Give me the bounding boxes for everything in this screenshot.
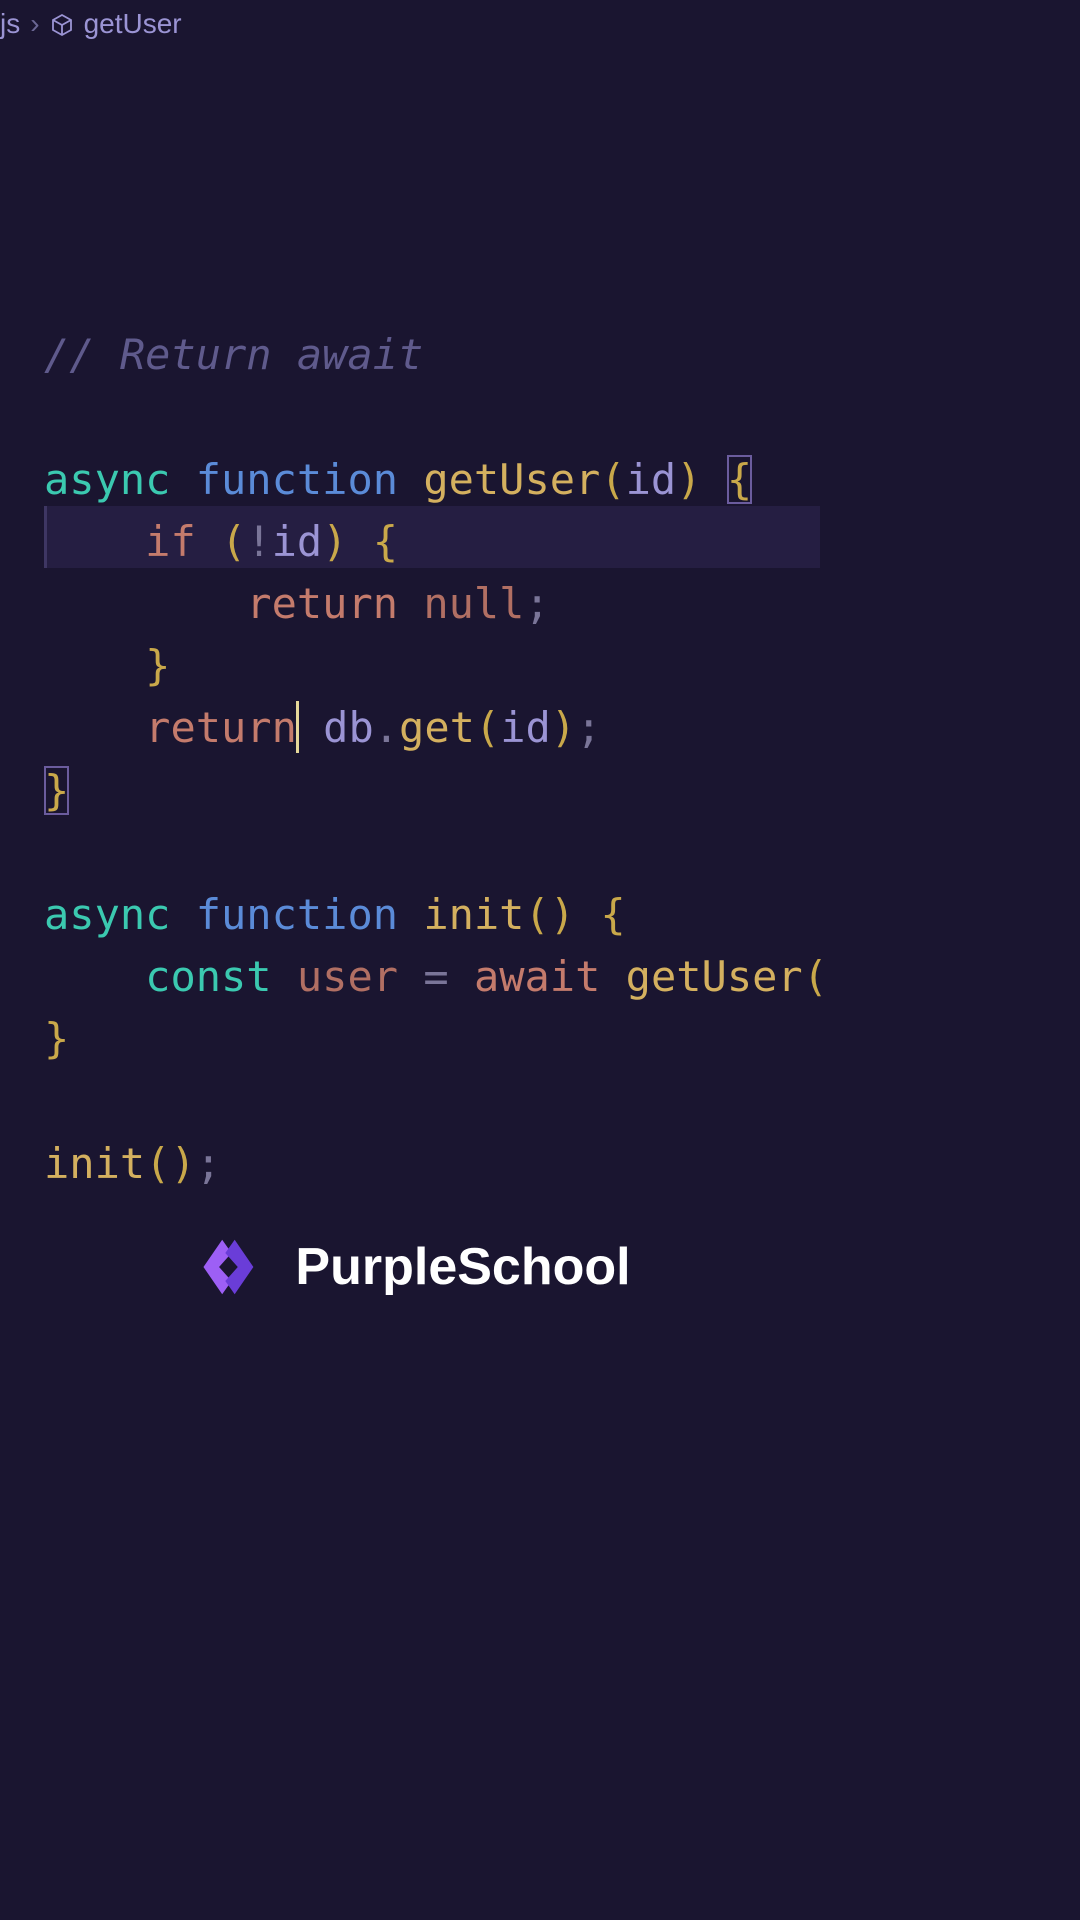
brand-logo: PurpleSchool (189, 1228, 630, 1306)
breadcrumb[interactable]: js › getUser (0, 0, 820, 48)
symbol-method-icon (50, 12, 74, 36)
code-editor[interactable]: // Return await async function getUser(i… (0, 48, 820, 1257)
text-cursor (296, 701, 299, 753)
brand-name: PurpleSchool (295, 1237, 630, 1297)
breadcrumb-file[interactable]: js (0, 8, 20, 40)
code-content: // Return await async function getUser(i… (44, 324, 820, 1194)
code-comment: // Return await (44, 330, 423, 379)
breadcrumb-symbol[interactable]: getUser (84, 8, 182, 40)
logo-icon (189, 1228, 267, 1306)
chevron-right-icon: › (30, 8, 39, 40)
